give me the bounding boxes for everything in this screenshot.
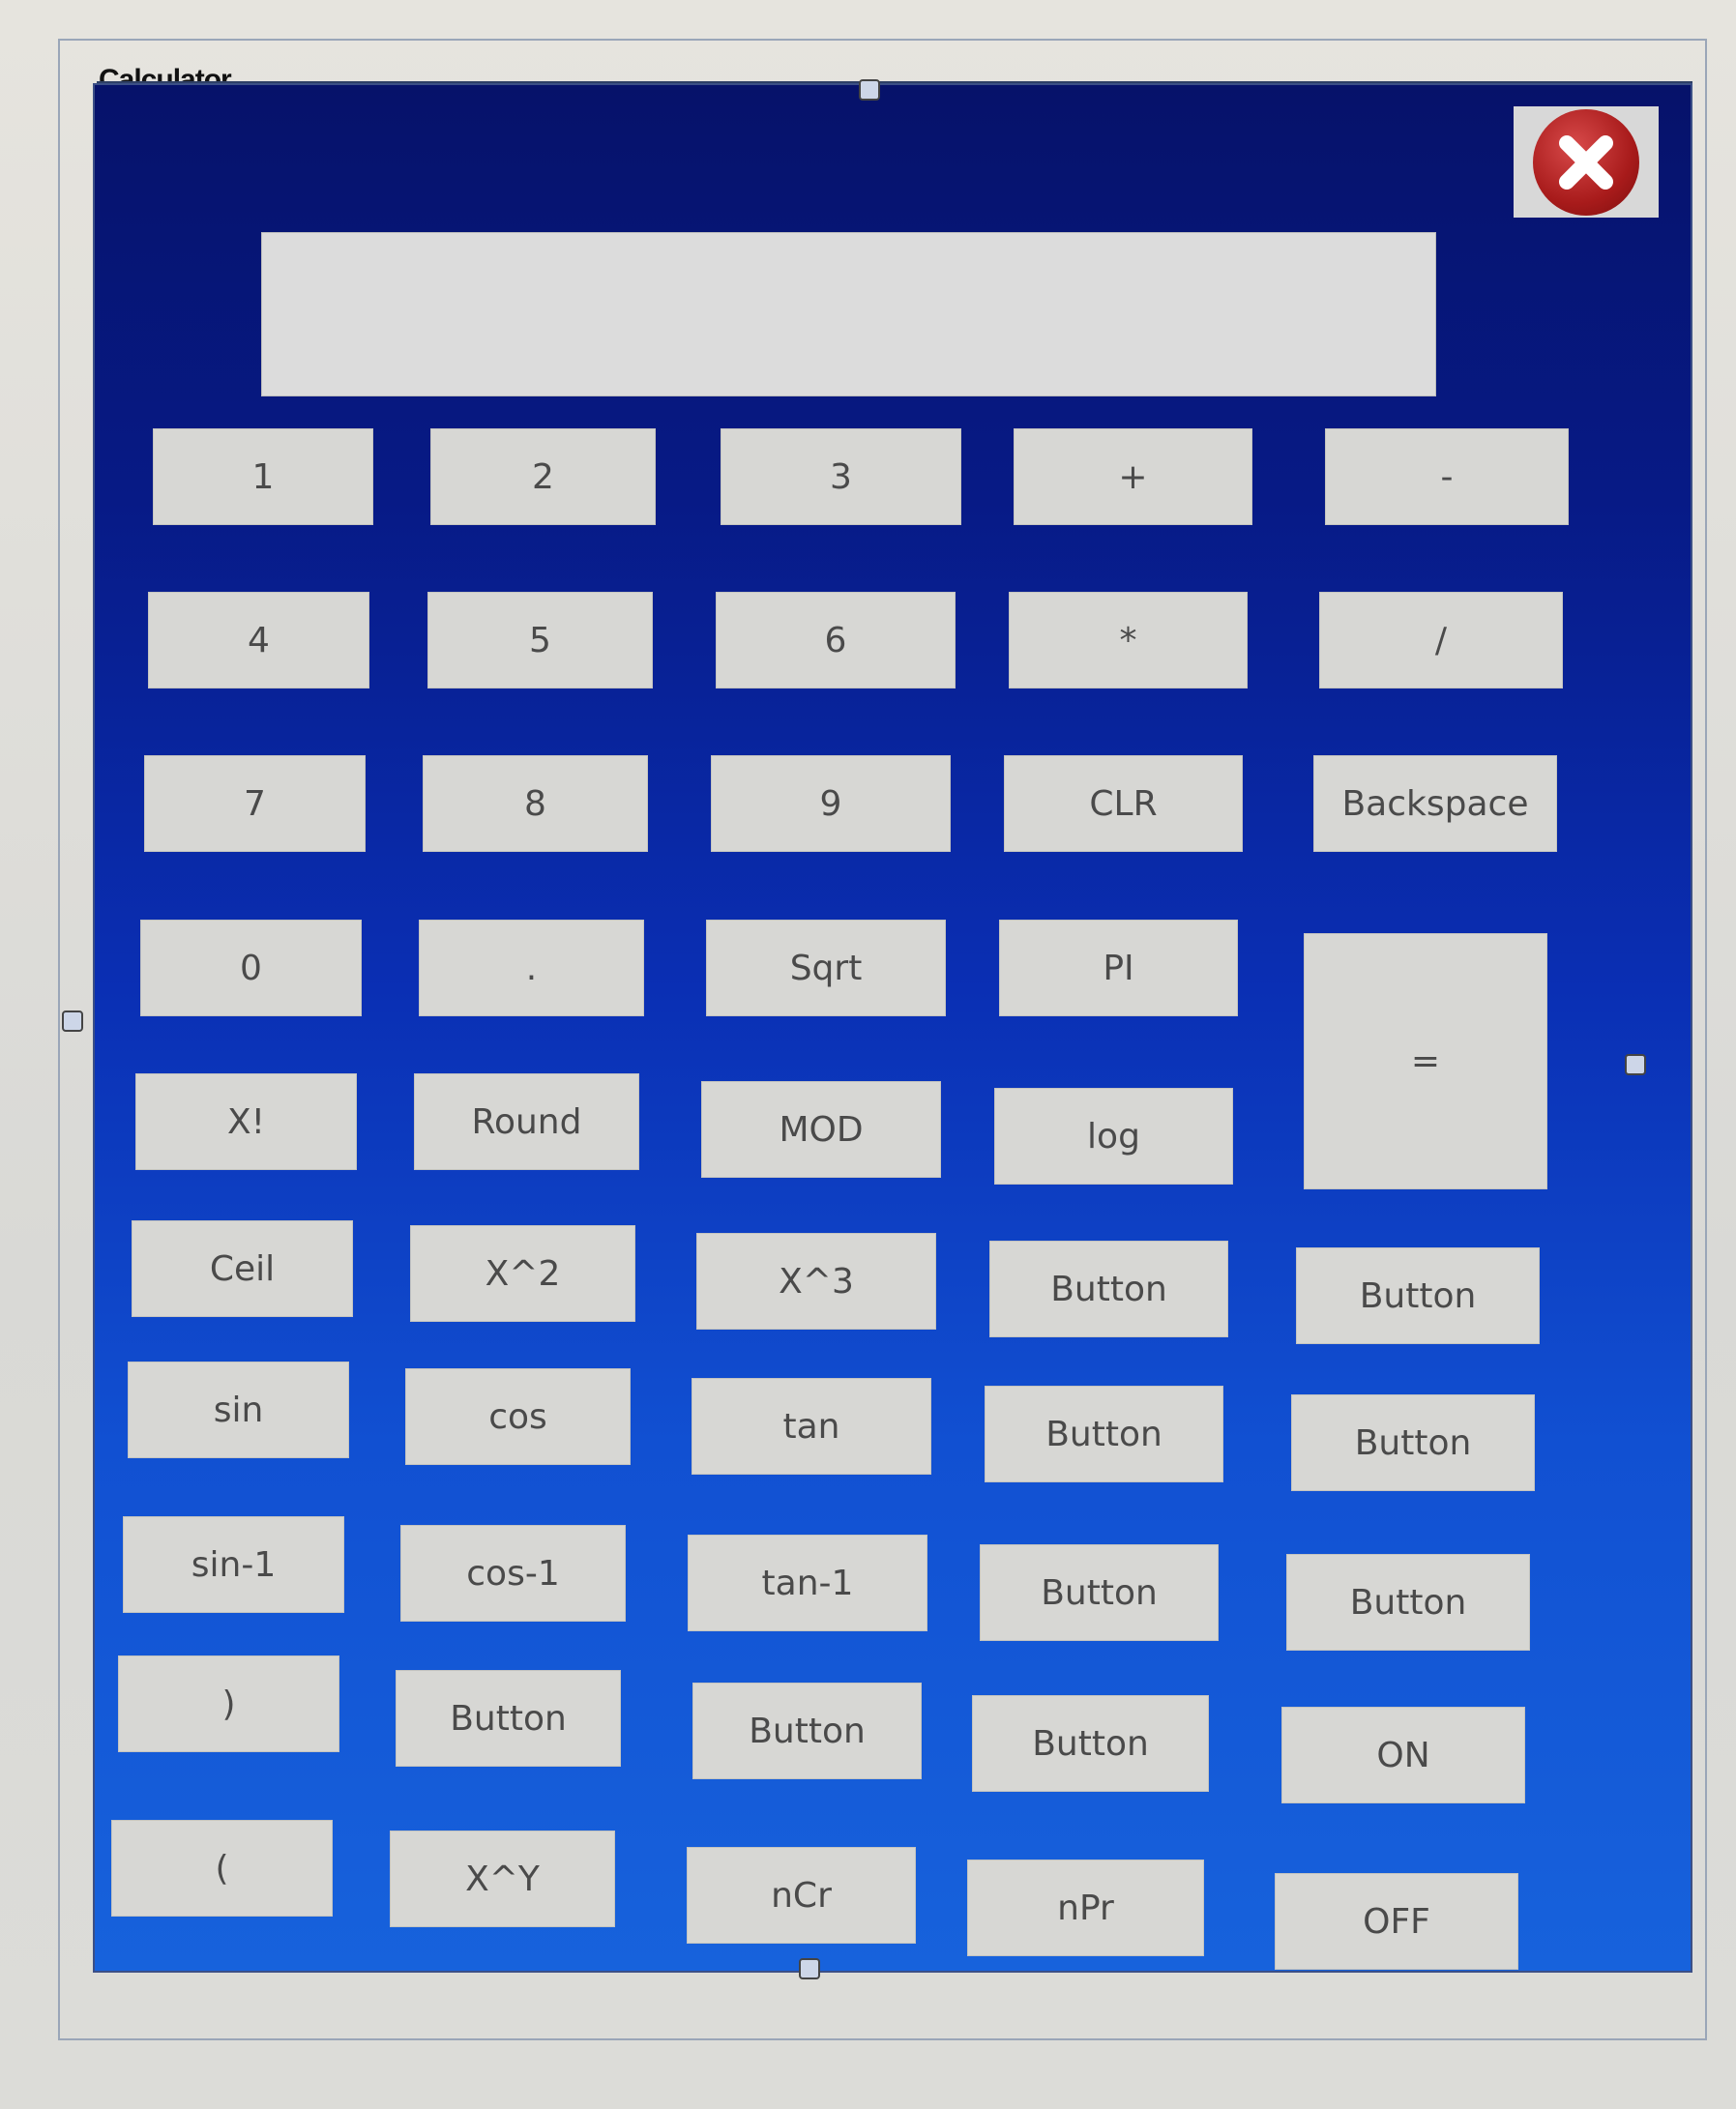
button-blank[interactable]: Button bbox=[1296, 1247, 1540, 1344]
button-decimal[interactable]: . bbox=[419, 920, 644, 1016]
button-backspace[interactable]: Backspace bbox=[1313, 755, 1557, 852]
title-bar-line bbox=[97, 81, 1692, 83]
button-open-paren[interactable]: ( bbox=[111, 1820, 333, 1917]
button-7[interactable]: 7 bbox=[144, 755, 366, 852]
button-round[interactable]: Round bbox=[414, 1073, 639, 1170]
button-blank[interactable]: Button bbox=[692, 1683, 922, 1779]
close-button[interactable] bbox=[1514, 106, 1659, 218]
button-5[interactable]: 5 bbox=[427, 592, 653, 688]
button-1[interactable]: 1 bbox=[153, 428, 373, 525]
close-x-icon bbox=[1533, 108, 1639, 216]
button-clr[interactable]: CLR bbox=[1004, 755, 1243, 852]
button-sin[interactable]: sin bbox=[128, 1362, 349, 1458]
button-9[interactable]: 9 bbox=[711, 755, 951, 852]
button-8[interactable]: 8 bbox=[423, 755, 648, 852]
button-ceil[interactable]: Ceil bbox=[132, 1220, 353, 1317]
button-tan[interactable]: tan bbox=[691, 1378, 931, 1475]
button-4[interactable]: 4 bbox=[148, 592, 369, 688]
display-field[interactable] bbox=[261, 232, 1436, 396]
button-6[interactable]: 6 bbox=[716, 592, 956, 688]
button-multiply[interactable]: * bbox=[1009, 592, 1248, 688]
button-arccos[interactable]: cos-1 bbox=[400, 1525, 626, 1622]
button-blank[interactable]: Button bbox=[980, 1544, 1219, 1641]
button-on[interactable]: ON bbox=[1281, 1707, 1525, 1803]
button-mod[interactable]: MOD bbox=[701, 1081, 941, 1178]
button-close-paren[interactable]: ) bbox=[118, 1655, 339, 1752]
button-0[interactable]: 0 bbox=[140, 920, 362, 1016]
button-cos[interactable]: cos bbox=[405, 1368, 631, 1465]
button-pi[interactable]: PI bbox=[999, 920, 1238, 1016]
button-divide[interactable]: / bbox=[1319, 592, 1563, 688]
button-x-cubed[interactable]: X^3 bbox=[696, 1233, 936, 1330]
button-plus[interactable]: + bbox=[1014, 428, 1252, 525]
button-blank[interactable]: Button bbox=[396, 1670, 621, 1767]
resize-handle-bottom[interactable] bbox=[799, 1958, 820, 1979]
button-minus[interactable]: - bbox=[1325, 428, 1569, 525]
button-3[interactable]: 3 bbox=[721, 428, 961, 525]
button-blank[interactable]: Button bbox=[989, 1241, 1228, 1337]
button-blank[interactable]: Button bbox=[985, 1386, 1223, 1482]
button-blank[interactable]: Button bbox=[1291, 1394, 1535, 1491]
button-sqrt[interactable]: Sqrt bbox=[706, 920, 946, 1016]
button-off[interactable]: OFF bbox=[1275, 1873, 1518, 1970]
button-log[interactable]: log bbox=[994, 1088, 1233, 1185]
button-blank[interactable]: Button bbox=[1286, 1554, 1530, 1651]
button-npr[interactable]: nPr bbox=[967, 1860, 1204, 1956]
button-2[interactable]: 2 bbox=[430, 428, 656, 525]
button-x-squared[interactable]: X^2 bbox=[410, 1225, 635, 1322]
button-equals[interactable]: = bbox=[1304, 933, 1547, 1189]
button-x-power-y[interactable]: X^Y bbox=[390, 1831, 615, 1927]
button-blank[interactable]: Button bbox=[972, 1695, 1209, 1792]
button-arcsin[interactable]: sin-1 bbox=[123, 1516, 344, 1613]
button-arctan[interactable]: tan-1 bbox=[688, 1535, 927, 1631]
resize-handle-left[interactable] bbox=[62, 1011, 83, 1032]
button-factorial[interactable]: X! bbox=[135, 1073, 357, 1170]
button-ncr[interactable]: nCr bbox=[687, 1847, 916, 1944]
resize-handle-top[interactable] bbox=[859, 79, 880, 101]
resize-handle-right[interactable] bbox=[1625, 1054, 1646, 1075]
